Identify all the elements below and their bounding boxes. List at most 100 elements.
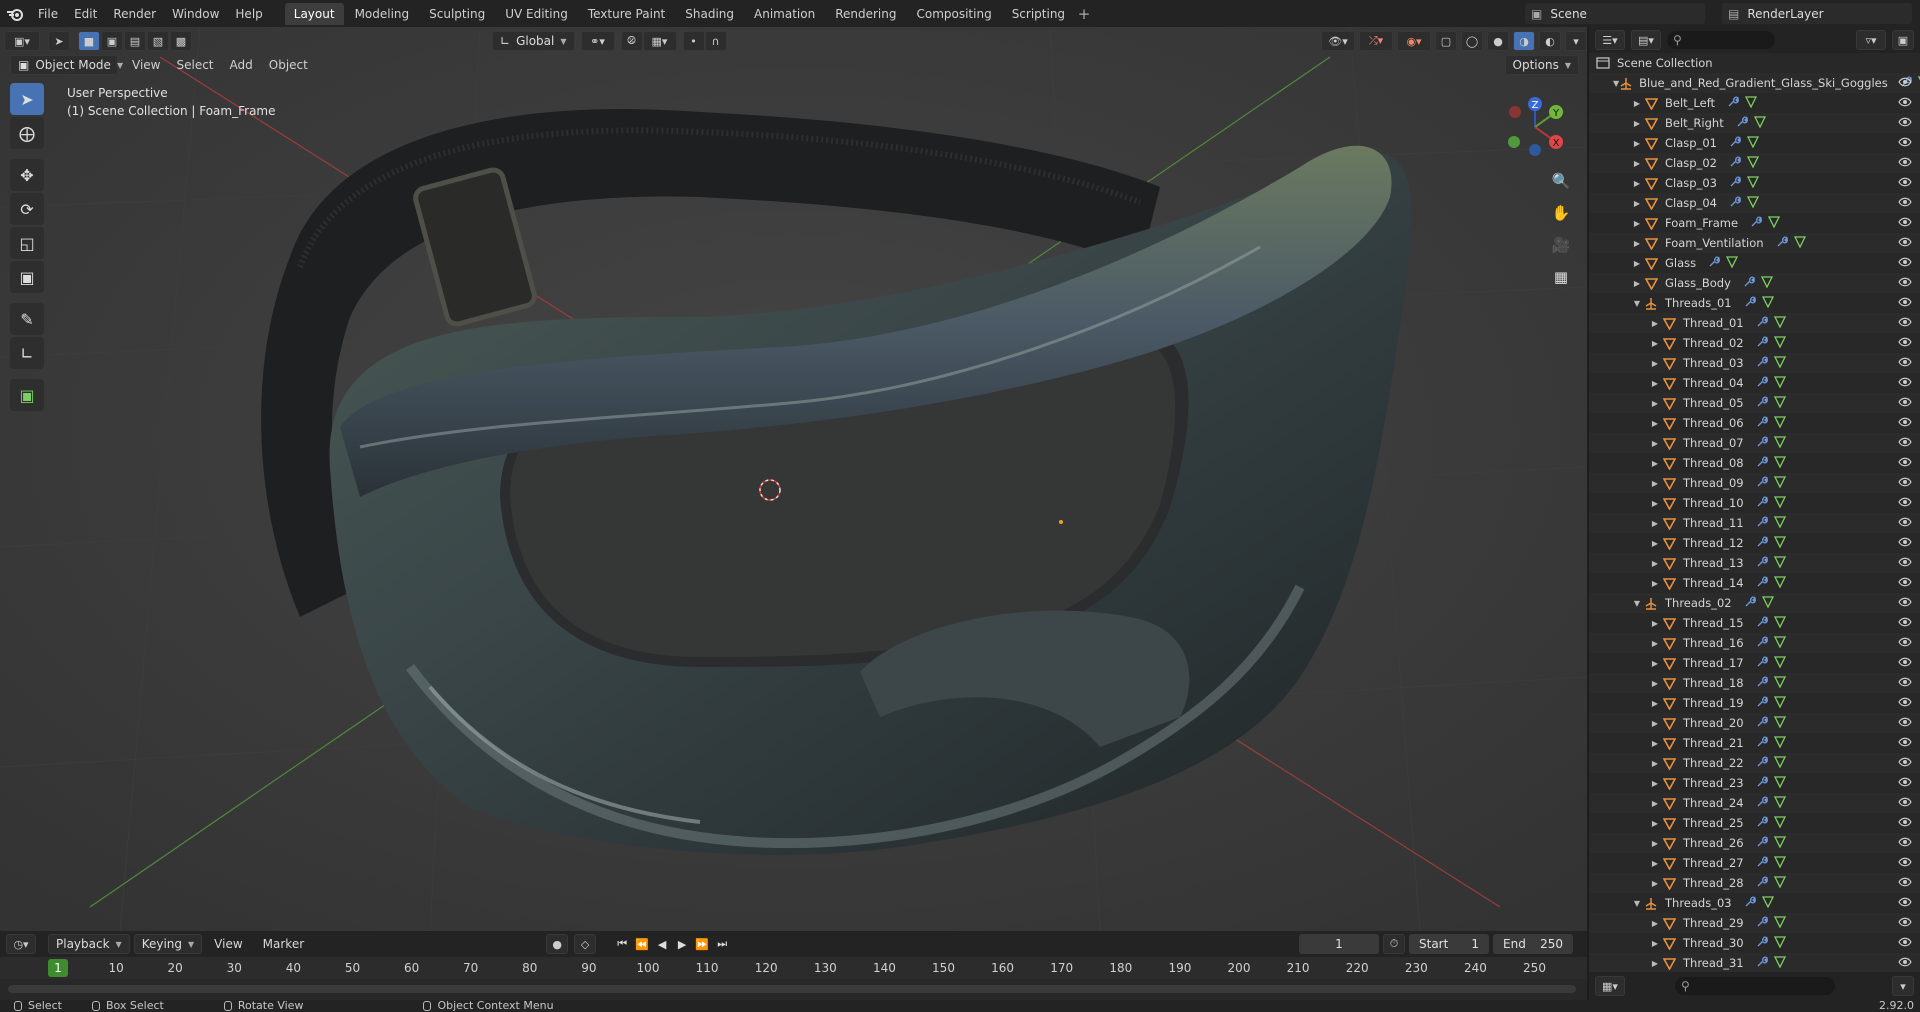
outliner-row-foam-ventilation[interactable]: ▶ Foam_Ventilation: [1589, 233, 1920, 253]
mesh-data-icon[interactable]: [1773, 655, 1786, 671]
outliner-row-thread-15[interactable]: ▶ Thread_15: [1589, 613, 1920, 633]
mesh-data-icon[interactable]: [1773, 335, 1786, 351]
mesh-data-icon[interactable]: [1773, 355, 1786, 371]
annotate-tool[interactable]: ✎: [10, 303, 44, 335]
visibility-eye-icon[interactable]: [1898, 216, 1912, 231]
add-cube-tool[interactable]: ▣: [10, 379, 44, 411]
camera-icon[interactable]: 🎥: [1548, 232, 1574, 258]
mesh-data-icon[interactable]: [1773, 715, 1786, 731]
outliner-row-threads-03[interactable]: ▼ Threads_03: [1589, 893, 1920, 913]
modifier-wrench-icon[interactable]: [1756, 336, 1768, 351]
scene-selector[interactable]: ▣ Scene: [1525, 3, 1705, 24]
expand-right-icon[interactable]: ▶: [1649, 559, 1661, 568]
timeline-scrollbar[interactable]: [8, 985, 1576, 993]
outliner-row-thread-12[interactable]: ▶ Thread_12: [1589, 533, 1920, 553]
outliner-row-thread-03[interactable]: ▶ Thread_03: [1589, 353, 1920, 373]
pivot-point-button[interactable]: ⚭▾: [580, 31, 615, 51]
mesh-data-icon[interactable]: [1773, 755, 1786, 771]
expand-right-icon[interactable]: ▶: [1631, 139, 1643, 148]
modifier-wrench-icon[interactable]: [1756, 436, 1768, 451]
cursor-tool[interactable]: ⨁: [10, 117, 44, 149]
menu-file[interactable]: File: [30, 7, 66, 21]
modifier-wrench-icon[interactable]: [1756, 456, 1768, 471]
mesh-data-icon[interactable]: [1760, 275, 1773, 291]
mesh-data-icon[interactable]: [1773, 675, 1786, 691]
menu-render[interactable]: Render: [105, 7, 164, 21]
expand-right-icon[interactable]: ▶: [1631, 159, 1643, 168]
expand-right-icon[interactable]: ▶: [1649, 939, 1661, 948]
pan-hand-icon[interactable]: ✋: [1548, 200, 1574, 226]
scale-tool[interactable]: ◱: [10, 227, 44, 259]
timeline-editor-type[interactable]: ◷▾: [6, 934, 36, 954]
visibility-eye-icon[interactable]: [1898, 696, 1912, 711]
mesh-data-icon[interactable]: [1745, 95, 1758, 111]
mesh-data-icon[interactable]: [1746, 195, 1760, 211]
auto-key-options[interactable]: ◇: [574, 934, 597, 954]
outliner-row-belt-right[interactable]: ▶ Belt_Right: [1589, 113, 1920, 133]
falloff-button[interactable]: ∩: [704, 31, 727, 51]
mesh-data-icon[interactable]: [1773, 735, 1786, 751]
tab-sculpting[interactable]: Sculpting: [420, 3, 494, 25]
mesh-data-icon[interactable]: [1773, 915, 1786, 931]
visibility-eye-icon[interactable]: [1898, 556, 1912, 571]
visibility-eye-icon[interactable]: [1898, 76, 1912, 91]
display-mode-dropdown[interactable]: ▤▾: [1631, 30, 1661, 50]
mesh-data-icon[interactable]: [1746, 135, 1760, 151]
visibility-eye-icon[interactable]: [1898, 516, 1912, 531]
outliner-row-thread-01[interactable]: ▶ Thread_01: [1589, 313, 1920, 333]
shading-rendered[interactable]: ◐: [1539, 31, 1561, 51]
current-frame-indicator[interactable]: 1: [48, 959, 68, 977]
modifier-wrench-icon[interactable]: [1729, 176, 1741, 191]
expand-right-icon[interactable]: ▶: [1631, 179, 1643, 188]
visibility-eye-icon[interactable]: [1898, 456, 1912, 471]
end-frame-field[interactable]: End 250: [1493, 934, 1573, 954]
mesh-data-icon[interactable]: [1773, 695, 1786, 711]
expand-right-icon[interactable]: ▶: [1649, 479, 1661, 488]
play-icon[interactable]: ▶: [672, 934, 692, 954]
play-reverse-icon[interactable]: ◀: [652, 934, 672, 954]
visibility-eye-icon[interactable]: [1898, 256, 1912, 271]
expand-right-icon[interactable]: ▶: [1631, 259, 1643, 268]
mesh-data-icon[interactable]: [1773, 555, 1786, 571]
tab-modeling[interactable]: Modeling: [346, 3, 419, 25]
expand-right-icon[interactable]: ▶: [1649, 719, 1661, 728]
outliner-row-glass[interactable]: ▶ Glass: [1589, 253, 1920, 273]
visibility-eye-icon[interactable]: [1898, 896, 1912, 911]
options-dropdown[interactable]: Options ▼: [1504, 55, 1579, 75]
visibility-eye-icon[interactable]: [1898, 936, 1912, 951]
modifier-wrench-icon[interactable]: [1744, 896, 1756, 911]
ortho-grid-icon[interactable]: ▦: [1548, 264, 1574, 290]
visibility-eye-icon[interactable]: [1898, 956, 1912, 971]
next-keyframe-icon[interactable]: ⏩: [692, 934, 712, 954]
visibility-eye-icon[interactable]: [1898, 376, 1912, 391]
viewport-menu-view[interactable]: View: [124, 58, 168, 72]
expand-right-icon[interactable]: ▶: [1649, 439, 1661, 448]
timeline-view-menu[interactable]: View: [206, 937, 250, 951]
snap-toggle-button[interactable]: ⦼: [620, 31, 643, 51]
tab-animation[interactable]: Animation: [745, 3, 824, 25]
mesh-data-icon[interactable]: [1761, 595, 1774, 611]
expand-right-icon[interactable]: ▶: [1631, 119, 1643, 128]
record-button[interactable]: ●: [546, 934, 569, 954]
keying-dropdown[interactable]: Keying ▼: [133, 934, 203, 954]
modifier-wrench-icon[interactable]: [1744, 596, 1756, 611]
expand-right-icon[interactable]: ▶: [1649, 399, 1661, 408]
gizmo-neg-y[interactable]: [1508, 136, 1520, 148]
current-frame-field[interactable]: 1: [1299, 934, 1379, 954]
modifier-wrench-icon[interactable]: [1736, 116, 1748, 131]
modifier-wrench-icon[interactable]: [1756, 316, 1768, 331]
expand-right-icon[interactable]: ▶: [1649, 579, 1661, 588]
expand-right-icon[interactable]: ▶: [1631, 99, 1643, 108]
move-tool[interactable]: ✥: [10, 159, 44, 191]
prev-keyframe-icon[interactable]: ⏪: [632, 934, 652, 954]
expand-right-icon[interactable]: ▶: [1649, 839, 1661, 848]
modifier-wrench-icon[interactable]: [1756, 756, 1768, 771]
expand-right-icon[interactable]: ▶: [1649, 619, 1661, 628]
modifier-wrench-icon[interactable]: [1756, 416, 1768, 431]
outliner-row-thread-18[interactable]: ▶ Thread_18: [1589, 673, 1920, 693]
scene-collection-row[interactable]: Scene Collection: [1589, 53, 1920, 73]
transform-tool[interactable]: ▣: [10, 261, 44, 293]
outliner-row-thread-04[interactable]: ▶ Thread_04: [1589, 373, 1920, 393]
filter-dropdown[interactable]: ▿▾: [1856, 30, 1886, 50]
properties-editor-type[interactable]: ▦▾: [1595, 976, 1625, 996]
